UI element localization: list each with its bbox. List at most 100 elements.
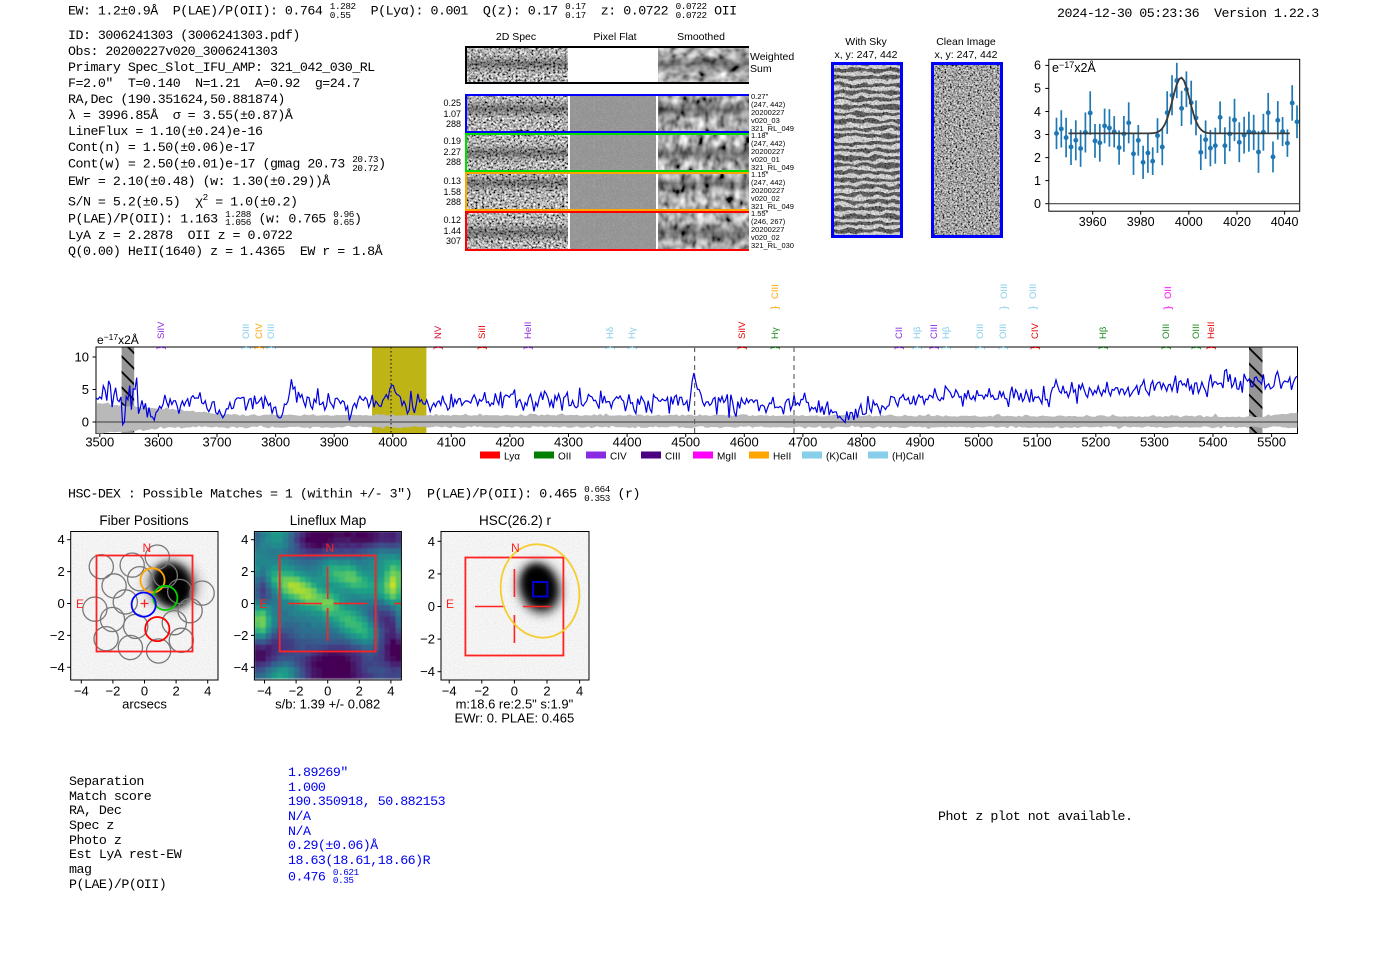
svg-text:HeII: HeII xyxy=(1206,322,1217,339)
svg-text:5: 5 xyxy=(82,382,89,397)
svg-text:Hβ: Hβ xyxy=(941,326,952,339)
svg-text:}: } xyxy=(604,346,616,350)
svg-text:−4: −4 xyxy=(442,684,457,699)
svg-text:}: } xyxy=(997,346,1009,350)
svg-text:0: 0 xyxy=(82,414,89,429)
svg-text:Hβ: Hβ xyxy=(912,326,923,339)
svg-text:5100: 5100 xyxy=(1023,435,1052,450)
svg-text:}: } xyxy=(998,306,1010,310)
svg-text:OIII: OIII xyxy=(999,284,1010,299)
svg-text:CIII: CIII xyxy=(929,324,940,339)
svg-text:−4: −4 xyxy=(234,660,249,675)
svg-text:5: 5 xyxy=(1034,82,1041,96)
svg-text:0: 0 xyxy=(57,596,64,611)
svg-text:OII: OII xyxy=(1163,286,1174,299)
svg-text:arcsecs: arcsecs xyxy=(122,697,167,712)
svg-text:3600: 3600 xyxy=(144,435,173,450)
svg-text:3700: 3700 xyxy=(203,435,232,450)
svg-text:4900: 4900 xyxy=(906,435,935,450)
svg-text:e−17x2Å: e−17x2Å xyxy=(1052,60,1096,75)
svg-text:}: } xyxy=(476,346,488,350)
svg-text:Lineflux Map: Lineflux Map xyxy=(290,513,367,528)
svg-text:}: } xyxy=(240,346,252,350)
svg-text:SiIV: SiIV xyxy=(156,321,167,339)
svg-text:}: } xyxy=(940,346,952,350)
svg-text:−2: −2 xyxy=(420,632,435,647)
svg-text:}: } xyxy=(1027,306,1039,310)
svg-text:3980: 3980 xyxy=(1127,215,1155,229)
svg-text:0: 0 xyxy=(1034,197,1041,211)
svg-text:4: 4 xyxy=(576,684,583,699)
svg-text:E: E xyxy=(446,597,454,611)
svg-text:Hγ: Hγ xyxy=(770,327,781,339)
svg-text:OII: OII xyxy=(558,452,571,463)
svg-text:CIV: CIV xyxy=(254,323,265,340)
svg-text:N: N xyxy=(326,541,335,555)
svg-text:10: 10 xyxy=(75,349,89,364)
svg-text:4: 4 xyxy=(204,684,211,699)
svg-text:4200: 4200 xyxy=(495,435,524,450)
svg-text:5000: 5000 xyxy=(964,435,993,450)
svg-text:5500: 5500 xyxy=(1257,435,1286,450)
svg-text:4100: 4100 xyxy=(437,435,466,450)
svg-text:4500: 4500 xyxy=(671,435,700,450)
svg-text:}: } xyxy=(626,346,638,350)
svg-text:N: N xyxy=(143,541,152,555)
svg-text:}: } xyxy=(1029,346,1041,350)
svg-text:4300: 4300 xyxy=(554,435,583,450)
svg-text:}: } xyxy=(155,346,167,350)
svg-text:1: 1 xyxy=(1034,174,1041,188)
svg-text:EWr: 0. PLAE: 0.465: EWr: 0. PLAE: 0.465 xyxy=(455,711,575,726)
svg-text:5200: 5200 xyxy=(1081,435,1110,450)
svg-text:−2: −2 xyxy=(105,684,120,699)
svg-text:}: } xyxy=(911,346,923,350)
svg-text:4400: 4400 xyxy=(613,435,642,450)
svg-text:}: } xyxy=(1160,346,1172,350)
svg-text:Fiber Positions: Fiber Positions xyxy=(99,513,189,528)
svg-text:5400: 5400 xyxy=(1199,435,1228,450)
svg-text:3: 3 xyxy=(1034,128,1041,142)
svg-text:SiIV: SiIV xyxy=(737,321,748,339)
svg-text:m:18.6 re:2.5" s:1.9": m:18.6 re:2.5" s:1.9" xyxy=(456,697,574,712)
svg-text:HSC(26.2) r: HSC(26.2) r xyxy=(479,513,552,528)
svg-text:2: 2 xyxy=(428,566,435,581)
svg-text:OIII: OIII xyxy=(241,324,252,339)
svg-text:MgII: MgII xyxy=(717,452,736,463)
svg-text:}: } xyxy=(265,346,277,350)
svg-text:CII: CII xyxy=(894,327,905,339)
svg-text:4040: 4040 xyxy=(1271,215,1299,229)
svg-text:}: } xyxy=(769,306,781,310)
svg-text:}: } xyxy=(974,346,986,350)
svg-text:OIII: OIII xyxy=(975,324,986,339)
svg-text:}: } xyxy=(769,346,781,350)
svg-text:−4: −4 xyxy=(74,684,89,699)
svg-text:0: 0 xyxy=(241,596,248,611)
svg-text:OIII: OIII xyxy=(266,324,277,339)
svg-text:(K)CaII: (K)CaII xyxy=(826,452,858,463)
svg-text:E: E xyxy=(259,597,267,611)
svg-text:Lyα: Lyα xyxy=(504,452,520,463)
svg-text:2: 2 xyxy=(241,564,248,579)
svg-text:3960: 3960 xyxy=(1079,215,1107,229)
svg-text:}: } xyxy=(253,346,265,350)
svg-text:}: } xyxy=(928,346,940,350)
svg-text:}: } xyxy=(1162,306,1174,310)
svg-text:}: } xyxy=(893,346,905,350)
svg-text:Hδ: Hδ xyxy=(605,327,616,339)
svg-text:E: E xyxy=(76,597,84,611)
svg-text:4000: 4000 xyxy=(378,435,407,450)
svg-text:6: 6 xyxy=(1034,59,1041,73)
svg-text:OIII: OIII xyxy=(998,324,1009,339)
svg-text:OIII: OIII xyxy=(1028,284,1039,299)
svg-text:4020: 4020 xyxy=(1223,215,1251,229)
svg-text:Hβ: Hβ xyxy=(1098,326,1109,339)
svg-text:OIII: OIII xyxy=(1161,324,1172,339)
svg-text:4: 4 xyxy=(241,532,248,547)
svg-text:4600: 4600 xyxy=(730,435,759,450)
svg-text:4800: 4800 xyxy=(847,435,876,450)
svg-text:4: 4 xyxy=(428,534,435,549)
svg-text:}: } xyxy=(1190,346,1202,350)
svg-text:}: } xyxy=(432,346,444,350)
svg-text:0: 0 xyxy=(428,599,435,614)
svg-text:−4: −4 xyxy=(420,664,435,679)
